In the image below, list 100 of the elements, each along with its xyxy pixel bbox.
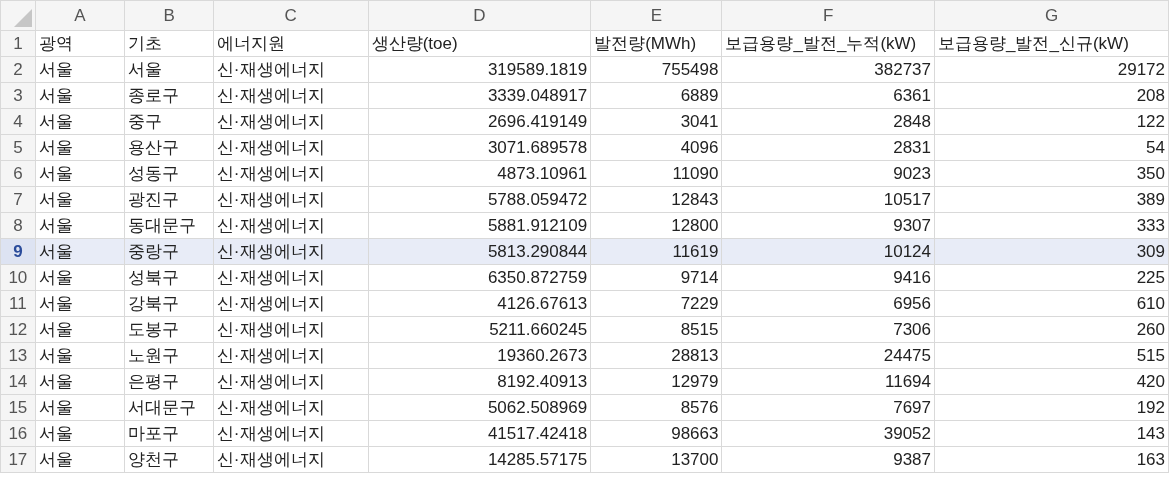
table-cell: 6361 <box>722 82 935 109</box>
row-header[interactable]: 7 <box>0 186 36 213</box>
table-cell: 중랑구 <box>124 238 214 265</box>
column-header[interactable]: D <box>368 0 591 31</box>
table-cell: 122 <box>934 108 1169 135</box>
row-header[interactable]: 16 <box>0 420 36 447</box>
row-header[interactable]: 8 <box>0 212 36 239</box>
row-header[interactable]: 17 <box>0 446 36 473</box>
row-header[interactable]: 6 <box>0 160 36 187</box>
table-cell: 5813.290844 <box>368 238 591 265</box>
table-cell: 신·재생에너지 <box>213 316 369 343</box>
table-cell: 8576 <box>590 394 722 421</box>
table-cell: 29172 <box>934 56 1169 83</box>
table-cell: 서울 <box>124 56 214 83</box>
table-cell: 서울 <box>35 212 125 239</box>
table-cell: 12800 <box>590 212 722 239</box>
table-cell: 11619 <box>590 238 722 265</box>
column-header[interactable]: F <box>722 0 935 31</box>
table-cell: 610 <box>934 290 1169 317</box>
table-cell: 발전량(MWh) <box>590 30 722 57</box>
table-cell: 서울 <box>35 342 125 369</box>
table-cell: 9416 <box>722 264 935 291</box>
table-cell: 서울 <box>35 264 125 291</box>
row-header[interactable]: 5 <box>0 134 36 161</box>
table-cell: 중구 <box>124 108 214 135</box>
table-cell: 10124 <box>722 238 935 265</box>
table-cell: 서울 <box>35 394 125 421</box>
table-cell: 6350.872759 <box>368 264 591 291</box>
table-cell: 보급용량_발전_신규(kW) <box>934 30 1169 57</box>
table-cell: 755498 <box>590 56 722 83</box>
row-header[interactable]: 15 <box>0 394 36 421</box>
table-cell: 서대문구 <box>124 394 214 421</box>
table-cell: 노원구 <box>124 342 214 369</box>
table-cell: 14285.57175 <box>368 446 591 473</box>
table-cell: 7229 <box>590 290 722 317</box>
table-cell: 서울 <box>35 290 125 317</box>
table-cell: 서울 <box>35 446 125 473</box>
table-cell: 309 <box>934 238 1169 265</box>
table-cell: 3339.048917 <box>368 82 591 109</box>
table-cell: 54 <box>934 134 1169 161</box>
table-cell: 신·재생에너지 <box>213 160 369 187</box>
table-cell: 10517 <box>722 186 935 213</box>
table-cell: 보급용량_발전_누적(kW) <box>722 30 935 57</box>
table-cell: 서울 <box>35 420 125 447</box>
column-header[interactable]: A <box>35 0 125 31</box>
table-cell: 5788.059472 <box>368 186 591 213</box>
table-cell: 광진구 <box>124 186 214 213</box>
row-header[interactable]: 10 <box>0 264 36 291</box>
table-cell: 208 <box>934 82 1169 109</box>
table-cell: 4126.67613 <box>368 290 591 317</box>
table-cell: 마포구 <box>124 420 214 447</box>
table-cell: 서울 <box>35 368 125 395</box>
row-header[interactable]: 11 <box>0 290 36 317</box>
table-cell: 350 <box>934 160 1169 187</box>
table-cell: 강북구 <box>124 290 214 317</box>
row-header[interactable]: 13 <box>0 342 36 369</box>
table-cell: 4873.10961 <box>368 160 591 187</box>
column-header[interactable]: B <box>124 0 214 31</box>
table-cell: 143 <box>934 420 1169 447</box>
table-cell: 12843 <box>590 186 722 213</box>
row-header[interactable]: 2 <box>0 56 36 83</box>
table-cell: 서울 <box>35 186 125 213</box>
table-cell: 11694 <box>722 368 935 395</box>
column-header[interactable]: E <box>590 0 722 31</box>
table-cell: 163 <box>934 446 1169 473</box>
row-header[interactable]: 12 <box>0 316 36 343</box>
table-cell: 신·재생에너지 <box>213 394 369 421</box>
table-cell: 서울 <box>35 56 125 83</box>
table-cell: 양천구 <box>124 446 214 473</box>
row-header[interactable]: 3 <box>0 82 36 109</box>
table-cell: 동대문구 <box>124 212 214 239</box>
table-cell: 2848 <box>722 108 935 135</box>
table-cell: 5211.660245 <box>368 316 591 343</box>
table-cell: 389 <box>934 186 1169 213</box>
table-cell: 5062.508969 <box>368 394 591 421</box>
row-header[interactable]: 9 <box>0 238 36 265</box>
table-cell: 신·재생에너지 <box>213 446 369 473</box>
row-header[interactable]: 1 <box>0 30 36 57</box>
table-cell: 7697 <box>722 394 935 421</box>
table-cell: 성동구 <box>124 160 214 187</box>
table-cell: 12979 <box>590 368 722 395</box>
table-cell: 382737 <box>722 56 935 83</box>
table-cell: 3071.689578 <box>368 134 591 161</box>
table-cell: 39052 <box>722 420 935 447</box>
table-cell: 용산구 <box>124 134 214 161</box>
row-header[interactable]: 14 <box>0 368 36 395</box>
table-cell: 319589.1819 <box>368 56 591 83</box>
table-cell: 28813 <box>590 342 722 369</box>
column-header[interactable]: C <box>213 0 369 31</box>
table-cell: 성북구 <box>124 264 214 291</box>
row-header[interactable]: 4 <box>0 108 36 135</box>
table-cell: 서울 <box>35 160 125 187</box>
table-cell: 신·재생에너지 <box>213 134 369 161</box>
table-cell: 11090 <box>590 160 722 187</box>
column-header[interactable]: G <box>934 0 1169 31</box>
table-cell: 2696.419149 <box>368 108 591 135</box>
table-cell: 생산량(toe) <box>368 30 591 57</box>
table-cell: 신·재생에너지 <box>213 264 369 291</box>
table-cell: 7306 <box>722 316 935 343</box>
table-cell: 420 <box>934 368 1169 395</box>
